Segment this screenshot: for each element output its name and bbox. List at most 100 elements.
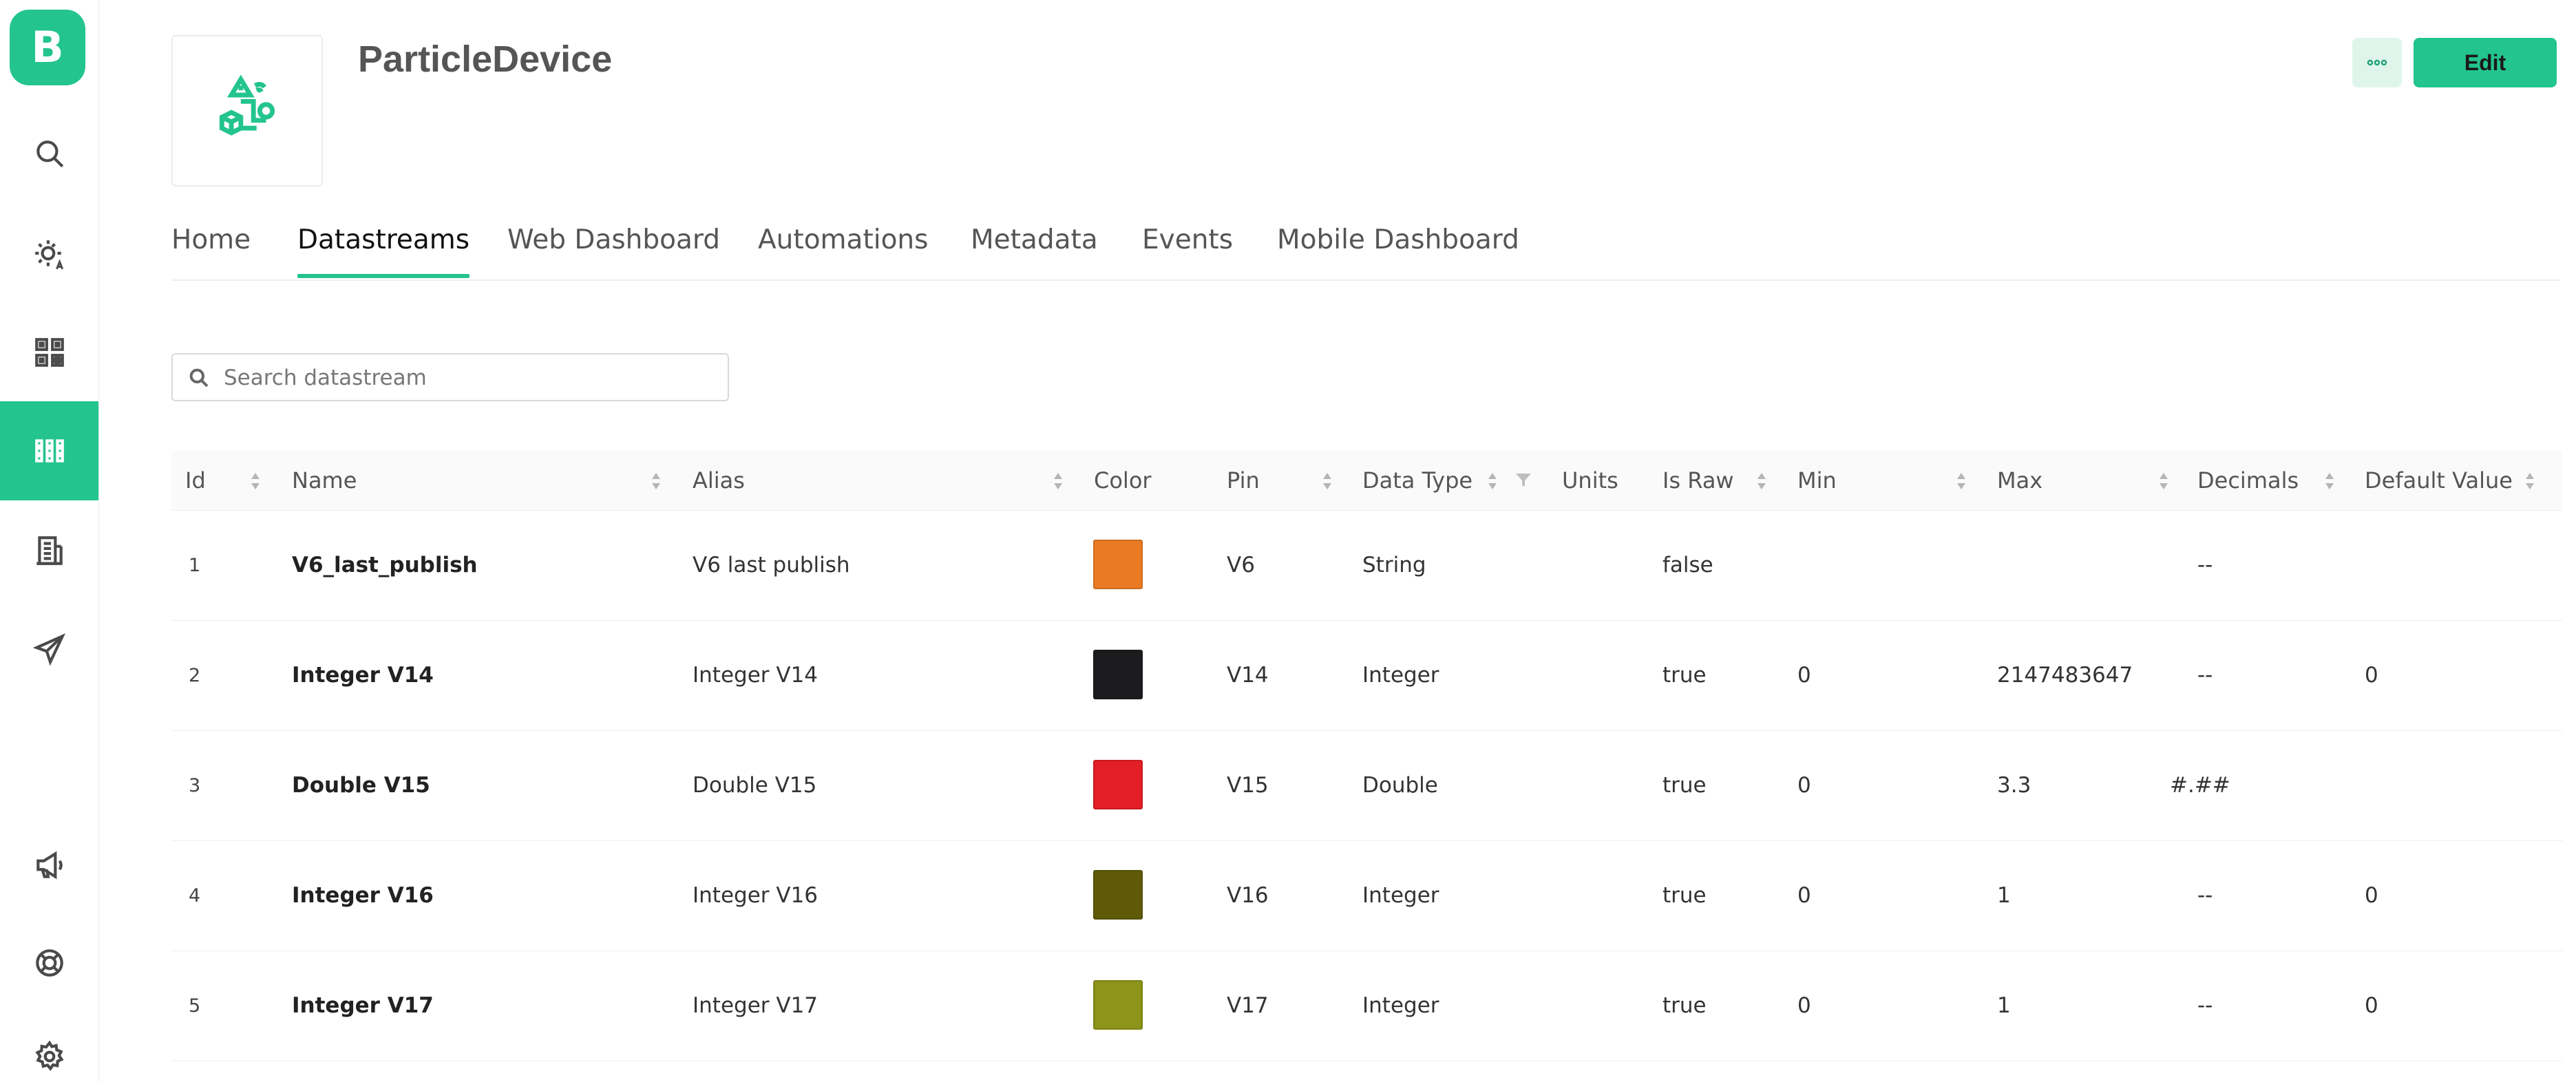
sort-icon — [652, 473, 660, 489]
tab-datastreams[interactable]: Datastreams — [297, 224, 470, 278]
cell-alias: Integer V16 — [693, 883, 819, 908]
cell-pin: V17 — [1227, 993, 1269, 1018]
edit-button[interactable]: Edit — [2414, 38, 2557, 87]
cell-id: 5 — [189, 995, 201, 1017]
column-header-default-value[interactable]: Default Value — [2365, 451, 2513, 510]
cell-max: 2147483647 — [1997, 663, 2133, 688]
tab-mobile-dashboard[interactable]: Mobile Dashboard — [1277, 224, 1519, 278]
search-input[interactable] — [222, 361, 707, 394]
device-template-icon-box — [171, 35, 323, 187]
cell-name[interactable]: Integer V14 — [292, 621, 434, 730]
cell-min: 0 — [1797, 993, 1811, 1018]
cell-min: 0 — [1797, 773, 1811, 798]
color-swatch — [1093, 760, 1143, 809]
cell-pin: V16 — [1227, 883, 1269, 908]
sort-pin-icon[interactable] — [1322, 471, 1333, 491]
sort-max-icon[interactable] — [2158, 471, 2169, 491]
sort-default-value-icon[interactable] — [2524, 471, 2535, 491]
cell-name[interactable]: V6_last_publish — [292, 511, 478, 620]
sun-auto-icon — [34, 240, 63, 270]
cell-id: 2 — [189, 665, 201, 686]
cell-alias: V6 last publish — [693, 553, 850, 577]
tab-home[interactable]: Home — [171, 224, 251, 278]
tab-metadata[interactable]: Metadata — [971, 224, 1098, 278]
color-swatch — [1093, 540, 1143, 589]
sidebar: B — [0, 0, 99, 1082]
sidebar-item-qr-code[interactable] — [0, 303, 98, 402]
sidebar-item-settings[interactable] — [0, 1012, 98, 1082]
sidebar-item-organizations[interactable] — [0, 501, 98, 600]
filter-icon — [1516, 474, 1531, 487]
megaphone-icon — [36, 851, 63, 880]
column-header-max[interactable]: Max — [1997, 451, 2042, 510]
cell-max: 3.3 — [1997, 773, 2031, 798]
cell-decimals: #.## — [2170, 773, 2230, 798]
sort-icon — [1757, 473, 1766, 489]
column-header-data-type[interactable]: Data Type — [1362, 451, 1472, 510]
cell-name[interactable]: Integer V16 — [292, 841, 434, 951]
sort-alias-icon[interactable] — [1053, 471, 1064, 491]
column-header-id[interactable]: Id — [185, 451, 206, 510]
page-title: ParticleDevice — [358, 39, 613, 80]
table-row[interactable]: 5 Integer V17 Integer V17 V17 Integer tr… — [171, 951, 2562, 1061]
sidebar-item-apps[interactable] — [0, 401, 98, 500]
column-header-units: Units — [1562, 467, 1618, 494]
table-row[interactable]: 1 V6_last_publish V6 last publish V6 Str… — [171, 511, 2562, 621]
cell-id: 4 — [189, 885, 201, 906]
sidebar-item-search[interactable] — [0, 104, 98, 203]
color-swatch — [1093, 650, 1143, 699]
search-icon — [189, 368, 209, 388]
table-row[interactable]: 3 Double V15 Double V15 V15 Double true … — [171, 731, 2562, 841]
table-header: Id Name Alias Color Pin Data Type Units … — [171, 451, 2562, 511]
cell-decimals: -- — [2197, 553, 2213, 577]
sort-decimals-icon[interactable] — [2324, 471, 2335, 491]
cell-min: 0 — [1797, 883, 1811, 908]
cell-name[interactable]: Integer V17 — [292, 951, 434, 1061]
cell-decimals: -- — [2197, 663, 2213, 688]
lifebuoy-icon — [35, 949, 63, 977]
column-header-pin[interactable]: Pin — [1227, 451, 1260, 510]
column-header-name[interactable]: Name — [292, 451, 357, 510]
datastreams-table: Id Name Alias Color Pin Data Type Units … — [171, 451, 2562, 1061]
cell-default-value: 0 — [2365, 993, 2378, 1018]
cell-data-type: String — [1362, 553, 1426, 577]
sidebar-item-send[interactable] — [0, 600, 98, 699]
sort-icon — [2160, 473, 2168, 489]
cell-name[interactable]: Double V15 — [292, 731, 430, 840]
sidebar-item-sun-auto[interactable] — [0, 205, 98, 304]
device-template-icon — [219, 74, 275, 136]
table-row[interactable]: 4 Integer V16 Integer V16 V16 Integer tr… — [171, 841, 2562, 951]
cell-id: 1 — [189, 555, 201, 576]
tab-automations[interactable]: Automations — [758, 224, 928, 278]
sort-icon — [2526, 473, 2534, 489]
cell-max: 1 — [1997, 883, 2011, 908]
more-options-button[interactable] — [2352, 38, 2402, 87]
column-header-decimals[interactable]: Decimals — [2197, 451, 2299, 510]
cell-default-value: 0 — [2365, 663, 2378, 688]
search-box — [171, 353, 729, 401]
filter-data-type-icon[interactable] — [1514, 471, 1532, 489]
sidebar-item-help[interactable] — [0, 913, 98, 1012]
sidebar-item-announcements[interactable] — [0, 816, 98, 915]
cell-alias: Double V15 — [693, 773, 817, 798]
sort-min-icon[interactable] — [1956, 471, 1967, 491]
app-logo[interactable]: B — [10, 10, 85, 85]
sort-data-type-icon[interactable] — [1487, 471, 1498, 491]
sort-name-icon[interactable] — [651, 471, 662, 491]
sort-id-icon[interactable] — [250, 471, 261, 491]
table-row[interactable]: 2 Integer V14 Integer V14 V14 Integer tr… — [171, 621, 2562, 731]
cell-data-type: Double — [1362, 773, 1438, 798]
cell-min: 0 — [1797, 663, 1811, 688]
sort-is-raw-icon[interactable] — [1756, 471, 1767, 491]
sort-icon — [1957, 473, 1965, 489]
column-header-alias[interactable]: Alias — [693, 451, 745, 510]
column-header-is-raw[interactable]: Is Raw — [1662, 451, 1734, 510]
tab-events[interactable]: Events — [1142, 224, 1233, 278]
column-header-min[interactable]: Min — [1797, 451, 1837, 510]
cell-decimals: -- — [2197, 883, 2213, 908]
cell-default-value: 0 — [2365, 883, 2378, 908]
tab-web-dashboard[interactable]: Web Dashboard — [507, 224, 720, 278]
cell-id: 3 — [189, 775, 201, 796]
gear-icon — [34, 1040, 64, 1071]
column-header-color: Color — [1094, 467, 1152, 494]
